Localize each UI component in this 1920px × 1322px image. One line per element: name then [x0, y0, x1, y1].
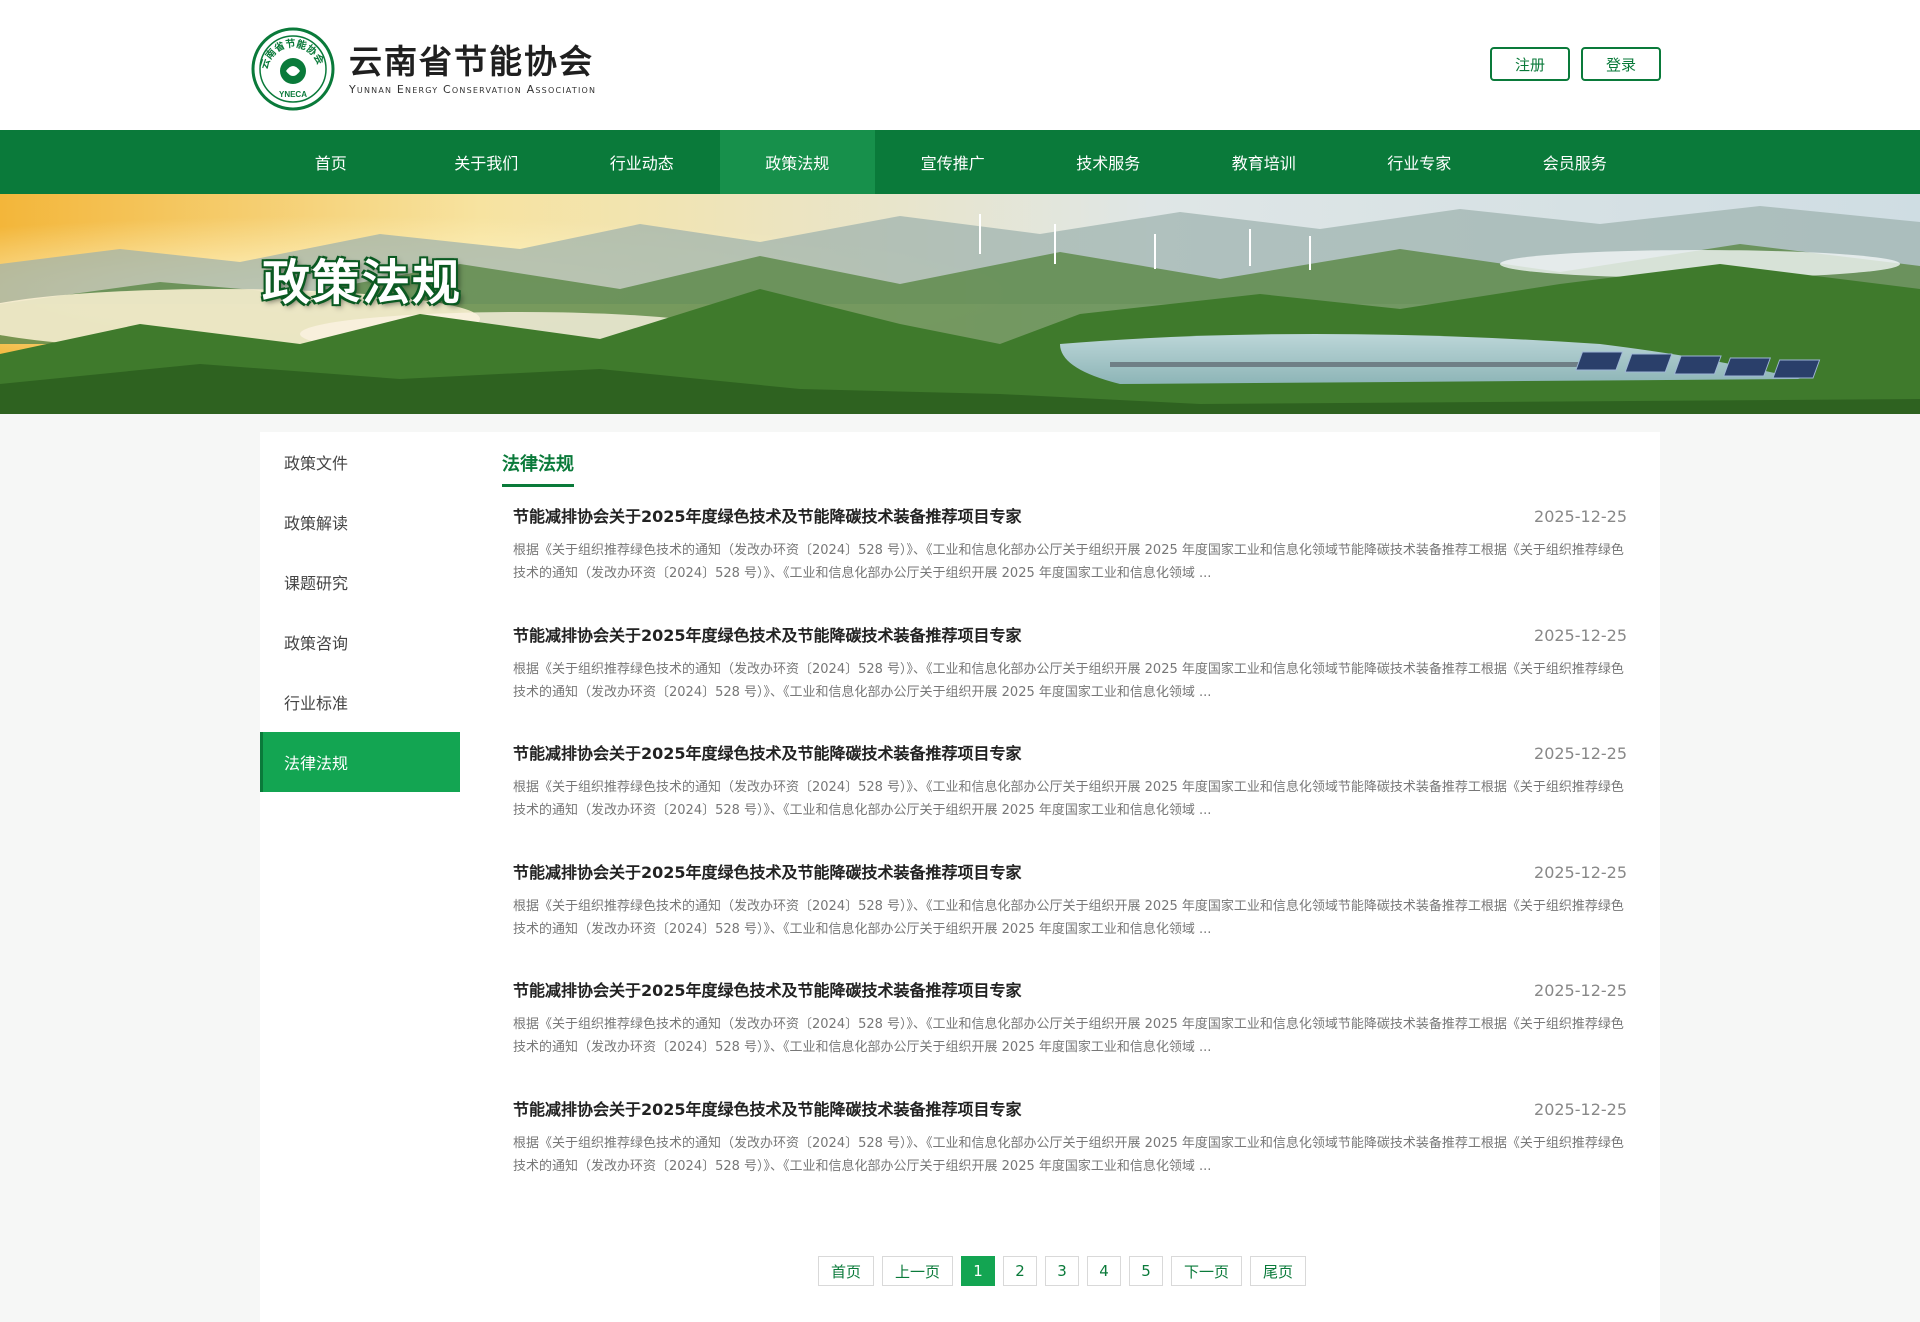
article-title[interactable]: 节能减排协会关于2025年度绿色技术及节能降碳技术装备推荐项目专家 [513, 1100, 1627, 1120]
list-item[interactable]: 节能减排协会关于2025年度绿色技术及节能降碳技术装备推荐项目专家 2025-1… [513, 863, 1627, 941]
nav-item-training[interactable]: 教育培训 [1186, 130, 1342, 194]
prev-page-button[interactable]: 上一页 [882, 1256, 954, 1286]
article-date: 2025-12-25 [1534, 863, 1627, 882]
logo-chinese-name: 云南省节能协会 [349, 42, 594, 81]
main-nav: 首页 关于我们 行业动态 政策法规 宣传推广 技术服务 教育培训 行业专家 会员… [0, 130, 1920, 194]
article-title[interactable]: 节能减排协会关于2025年度绿色技术及节能降碳技术装备推荐项目专家 [513, 981, 1627, 1001]
nav-item-tech-service[interactable]: 技术服务 [1031, 130, 1187, 194]
association-seal-icon: 云南省节能协会 YNECA [251, 27, 335, 111]
page-number-button[interactable]: 4 [1087, 1256, 1122, 1286]
page-number-button[interactable]: 3 [1045, 1256, 1080, 1286]
nav-item-promotion[interactable]: 宣传推广 [875, 130, 1031, 194]
sidebar: 政策文件 政策解读 课题研究 政策咨询 行业标准 法律法规 [260, 432, 460, 792]
article-title[interactable]: 节能减排协会关于2025年度绿色技术及节能降碳技术装备推荐项目专家 [513, 626, 1627, 646]
first-page-button[interactable]: 首页 [818, 1256, 875, 1286]
article-date: 2025-12-25 [1534, 1100, 1627, 1119]
article-date: 2025-12-25 [1534, 744, 1627, 763]
sidebar-item-research[interactable]: 课题研究 [260, 552, 460, 612]
article-summary: 根据《关于组织推荐绿色技术的通知（发改办环资〔2024〕528 号）》、《工业和… [513, 1017, 1624, 1055]
list-item[interactable]: 节能减排协会关于2025年度绿色技术及节能降碳技术装备推荐项目专家 2025-1… [513, 744, 1627, 822]
nav-item-news[interactable]: 行业动态 [564, 130, 720, 194]
banner-title: 政策法规 [262, 255, 463, 311]
article-date: 2025-12-25 [1534, 507, 1627, 526]
article-date: 2025-12-25 [1534, 626, 1627, 645]
page-banner: 政策法规 [0, 194, 1920, 414]
page-number-button[interactable]: 5 [1129, 1256, 1164, 1286]
nav-item-member[interactable]: 会员服务 [1497, 130, 1653, 194]
logo-text: 云南省节能协会 Yunnan Energy Conservation Assoc… [349, 42, 596, 96]
section-header: 法律法规 [502, 432, 1632, 487]
list-item[interactable]: 节能减排协会关于2025年度绿色技术及节能降碳技术装备推荐项目专家 2025-1… [513, 507, 1627, 585]
article-summary: 根据《关于组织推荐绿色技术的通知（发改办环资〔2024〕528 号）》、《工业和… [513, 543, 1624, 581]
article-title[interactable]: 节能减排协会关于2025年度绿色技术及节能降碳技术装备推荐项目专家 [513, 744, 1627, 764]
nav-item-policy[interactable]: 政策法规 [719, 130, 875, 194]
page-number-button[interactable]: 2 [1003, 1256, 1038, 1286]
article-title[interactable]: 节能减排协会关于2025年度绿色技术及节能降碳技术装备推荐项目专家 [513, 863, 1627, 883]
sidebar-item-laws-regulations[interactable]: 法律法规 [260, 732, 460, 792]
article-summary: 根据《关于组织推荐绿色技术的通知（发改办环资〔2024〕528 号）》、《工业和… [513, 899, 1624, 937]
article-title[interactable]: 节能减排协会关于2025年度绿色技术及节能降碳技术装备推荐项目专家 [513, 507, 1627, 527]
sidebar-item-policy-interpretation[interactable]: 政策解读 [260, 492, 460, 552]
nav-item-about[interactable]: 关于我们 [409, 130, 565, 194]
list-item[interactable]: 节能减排协会关于2025年度绿色技术及节能降碳技术装备推荐项目专家 2025-1… [513, 626, 1627, 704]
seal-abbr: YNECA [279, 90, 307, 99]
article-date: 2025-12-25 [1534, 981, 1627, 1000]
list-item[interactable]: 节能减排协会关于2025年度绿色技术及节能降碳技术装备推荐项目专家 2025-1… [513, 1100, 1627, 1178]
page-number-button[interactable]: 1 [961, 1256, 996, 1286]
content-area: 政策文件 政策解读 课题研究 政策咨询 行业标准 法律法规 法律法规 节能减排协… [260, 432, 1660, 1322]
sidebar-item-industry-standards[interactable]: 行业标准 [260, 672, 460, 732]
pagination: 首页 上一页 1 2 3 4 5 下一页 尾页 [818, 1256, 1307, 1286]
article-summary: 根据《关于组织推荐绿色技术的通知（发改办环资〔2024〕528 号）》、《工业和… [513, 780, 1624, 818]
nav-item-experts[interactable]: 行业专家 [1342, 130, 1498, 194]
article-summary: 根据《关于组织推荐绿色技术的通知（发改办环资〔2024〕528 号）》、《工业和… [513, 662, 1624, 700]
last-page-button[interactable]: 尾页 [1250, 1256, 1307, 1286]
register-button[interactable]: 注册 [1490, 47, 1570, 81]
site-logo[interactable]: 云南省节能协会 YNECA 云南省节能协会 Yunnan Energy Cons… [251, 27, 596, 111]
article-list-panel: 法律法规 节能减排协会关于2025年度绿色技术及节能降碳技术装备推荐项目专家 2… [502, 432, 1632, 1174]
list-item[interactable]: 节能减排协会关于2025年度绿色技术及节能降碳技术装备推荐项目专家 2025-1… [513, 981, 1627, 1059]
sidebar-item-policy-consulting[interactable]: 政策咨询 [260, 612, 460, 672]
nav-item-home[interactable]: 首页 [253, 130, 409, 194]
logo-english-name: Yunnan Energy Conservation Association [349, 83, 597, 96]
sidebar-item-policy-documents[interactable]: 政策文件 [260, 432, 460, 492]
article-summary: 根据《关于组织推荐绿色技术的通知（发改办环资〔2024〕528 号）》、《工业和… [513, 1136, 1624, 1174]
next-page-button[interactable]: 下一页 [1171, 1256, 1243, 1286]
login-button[interactable]: 登录 [1581, 47, 1661, 81]
section-title: 法律法规 [502, 450, 574, 487]
site-header: 云南省节能协会 YNECA 云南省节能协会 Yunnan Energy Cons… [0, 0, 1920, 130]
